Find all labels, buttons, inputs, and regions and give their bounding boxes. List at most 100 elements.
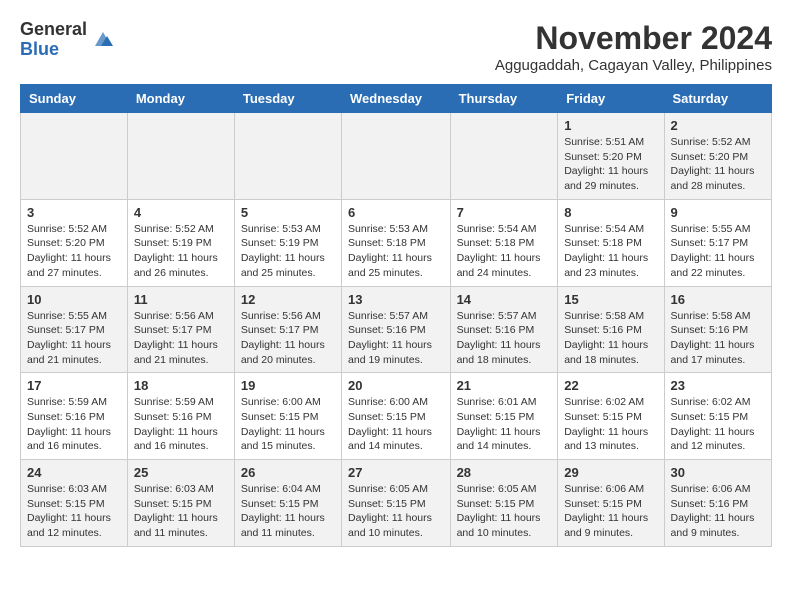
header-friday: Friday — [558, 85, 664, 113]
logo: General Blue — [20, 20, 115, 60]
table-row: 15 Sunrise: 5:58 AM Sunset: 5:16 PM Dayli… — [558, 286, 664, 373]
day-number: 11 — [134, 292, 228, 307]
table-row: 27 Sunrise: 6:05 AM Sunset: 5:15 PM Dayli… — [342, 460, 451, 547]
title-section: November 2024 Aggugaddah, Cagayan Valley… — [495, 20, 772, 74]
day-info: Sunrise: 6:00 AM Sunset: 5:15 PM Dayligh… — [348, 395, 444, 454]
table-row: 5Sunrise: 5:53 AM Sunset: 5:19 PM Daylig… — [234, 199, 341, 286]
table-row: 16 Sunrise: 5:58 AM Sunset: 5:16 PM Dayli… — [664, 286, 771, 373]
day-number: 1 — [564, 118, 657, 133]
table-row: 26Sunrise: 6:04 AM Sunset: 5:15 PM Dayli… — [234, 460, 341, 547]
table-row: 7 Sunrise: 5:54 AM Sunset: 5:18 PM Daylig… — [450, 199, 558, 286]
table-row: 10Sunrise: 5:55 AM Sunset: 5:17 PM Dayli… — [21, 286, 128, 373]
day-info: Sunrise: 5:59 AM Sunset: 5:16 PM Dayligh… — [27, 395, 121, 454]
day-info: Sunrise: 6:03 AM Sunset: 5:15 PM Dayligh… — [134, 482, 228, 541]
day-info: Sunrise: 5:52 AM Sunset: 5:20 PM Dayligh… — [27, 222, 121, 281]
table-row: 14 Sunrise: 5:57 AM Sunset: 5:16 PM Dayli… — [450, 286, 558, 373]
day-info: Sunrise: 6:01 AM Sunset: 5:15 PM Dayligh… — [457, 395, 552, 454]
day-info: Sunrise: 5:57 AM Sunset: 5:16 PM Dayligh… — [348, 309, 444, 368]
day-number: 22 — [564, 378, 657, 393]
page-header: General Blue November 2024 Aggugaddah, C… — [20, 20, 772, 74]
day-number: 15 — [564, 292, 657, 307]
table-row: 8 Sunrise: 5:54 AM Sunset: 5:18 PM Daylig… — [558, 199, 664, 286]
table-row: 23 Sunrise: 6:02 AM Sunset: 5:15 PM Dayli… — [664, 373, 771, 460]
header-thursday: Thursday — [450, 85, 558, 113]
table-row: 11Sunrise: 5:56 AM Sunset: 5:17 PM Dayli… — [127, 286, 234, 373]
logo-general-text: General — [20, 20, 87, 40]
table-row: 20 Sunrise: 6:00 AM Sunset: 5:15 PM Dayli… — [342, 373, 451, 460]
day-number: 25 — [134, 465, 228, 480]
day-number: 5 — [241, 205, 335, 220]
day-number: 9 — [671, 205, 765, 220]
day-number: 26 — [241, 465, 335, 480]
day-number: 14 — [457, 292, 552, 307]
table-row: 21 Sunrise: 6:01 AM Sunset: 5:15 PM Dayli… — [450, 373, 558, 460]
day-info: Sunrise: 5:54 AM Sunset: 5:18 PM Dayligh… — [457, 222, 552, 281]
table-row — [234, 113, 341, 200]
day-info: Sunrise: 6:05 AM Sunset: 5:15 PM Dayligh… — [457, 482, 552, 541]
table-row: 6Sunrise: 5:53 AM Sunset: 5:18 PM Daylig… — [342, 199, 451, 286]
day-number: 23 — [671, 378, 765, 393]
table-row: 28 Sunrise: 6:05 AM Sunset: 5:15 PM Dayli… — [450, 460, 558, 547]
day-number: 3 — [27, 205, 121, 220]
table-row — [342, 113, 451, 200]
day-info: Sunrise: 5:58 AM Sunset: 5:16 PM Dayligh… — [564, 309, 657, 368]
table-row: 19 Sunrise: 6:00 AM Sunset: 5:15 PM Dayli… — [234, 373, 341, 460]
header-tuesday: Tuesday — [234, 85, 341, 113]
day-number: 16 — [671, 292, 765, 307]
table-row: 22 Sunrise: 6:02 AM Sunset: 5:15 PM Dayli… — [558, 373, 664, 460]
table-row: 13 Sunrise: 5:57 AM Sunset: 5:16 PM Dayli… — [342, 286, 451, 373]
day-info: Sunrise: 5:51 AM Sunset: 5:20 PM Dayligh… — [564, 135, 657, 194]
day-number: 8 — [564, 205, 657, 220]
day-number: 7 — [457, 205, 552, 220]
day-number: 20 — [348, 378, 444, 393]
table-row: 25 Sunrise: 6:03 AM Sunset: 5:15 PM Dayli… — [127, 460, 234, 547]
table-row: 29Sunrise: 6:06 AM Sunset: 5:15 PM Dayli… — [558, 460, 664, 547]
table-row — [127, 113, 234, 200]
day-info: Sunrise: 5:57 AM Sunset: 5:16 PM Dayligh… — [457, 309, 552, 368]
table-row — [450, 113, 558, 200]
day-number: 24 — [27, 465, 121, 480]
day-number: 12 — [241, 292, 335, 307]
table-row — [21, 113, 128, 200]
table-row: 12 Sunrise: 5:56 AM Sunset: 5:17 PM Dayli… — [234, 286, 341, 373]
day-number: 19 — [241, 378, 335, 393]
day-number: 29 — [564, 465, 657, 480]
header-wednesday: Wednesday — [342, 85, 451, 113]
header-saturday: Saturday — [664, 85, 771, 113]
day-number: 6 — [348, 205, 444, 220]
day-number: 27 — [348, 465, 444, 480]
calendar-week-row: 17 Sunrise: 5:59 AM Sunset: 5:16 PM Dayli… — [21, 373, 772, 460]
calendar-week-row: 3 Sunrise: 5:52 AM Sunset: 5:20 PM Daylig… — [21, 199, 772, 286]
table-row: 18Sunrise: 5:59 AM Sunset: 5:16 PM Dayli… — [127, 373, 234, 460]
table-row: 1 Sunrise: 5:51 AM Sunset: 5:20 PM Daylig… — [558, 113, 664, 200]
day-info: Sunrise: 5:55 AM Sunset: 5:17 PM Dayligh… — [27, 309, 121, 368]
day-number: 21 — [457, 378, 552, 393]
calendar-week-row: 10Sunrise: 5:55 AM Sunset: 5:17 PM Dayli… — [21, 286, 772, 373]
day-info: Sunrise: 5:55 AM Sunset: 5:17 PM Dayligh… — [671, 222, 765, 281]
table-row: 4 Sunrise: 5:52 AM Sunset: 5:19 PM Daylig… — [127, 199, 234, 286]
day-info: Sunrise: 6:02 AM Sunset: 5:15 PM Dayligh… — [671, 395, 765, 454]
day-info: Sunrise: 6:06 AM Sunset: 5:16 PM Dayligh… — [671, 482, 765, 541]
calendar-header-row: Sunday Monday Tuesday Wednesday Thursday… — [21, 85, 772, 113]
table-row: 30Sunrise: 6:06 AM Sunset: 5:16 PM Dayli… — [664, 460, 771, 547]
calendar-week-row: 24 Sunrise: 6:03 AM Sunset: 5:15 PM Dayli… — [21, 460, 772, 547]
day-info: Sunrise: 6:02 AM Sunset: 5:15 PM Dayligh… — [564, 395, 657, 454]
day-info: Sunrise: 6:05 AM Sunset: 5:15 PM Dayligh… — [348, 482, 444, 541]
day-number: 13 — [348, 292, 444, 307]
day-info: Sunrise: 5:59 AM Sunset: 5:16 PM Dayligh… — [134, 395, 228, 454]
day-info: Sunrise: 5:58 AM Sunset: 5:16 PM Dayligh… — [671, 309, 765, 368]
day-info: Sunrise: 5:56 AM Sunset: 5:17 PM Dayligh… — [241, 309, 335, 368]
day-number: 28 — [457, 465, 552, 480]
location-text: Aggugaddah, Cagayan Valley, Philippines — [495, 57, 772, 74]
day-number: 17 — [27, 378, 121, 393]
day-number: 4 — [134, 205, 228, 220]
day-info: Sunrise: 5:54 AM Sunset: 5:18 PM Dayligh… — [564, 222, 657, 281]
calendar-week-row: 1 Sunrise: 5:51 AM Sunset: 5:20 PM Daylig… — [21, 113, 772, 200]
month-title: November 2024 — [495, 20, 772, 57]
logo-blue-text: Blue — [20, 40, 87, 60]
table-row: 3 Sunrise: 5:52 AM Sunset: 5:20 PM Daylig… — [21, 199, 128, 286]
day-info: Sunrise: 5:52 AM Sunset: 5:19 PM Dayligh… — [134, 222, 228, 281]
day-info: Sunrise: 6:00 AM Sunset: 5:15 PM Dayligh… — [241, 395, 335, 454]
day-info: Sunrise: 6:03 AM Sunset: 5:15 PM Dayligh… — [27, 482, 121, 541]
table-row: 17 Sunrise: 5:59 AM Sunset: 5:16 PM Dayli… — [21, 373, 128, 460]
